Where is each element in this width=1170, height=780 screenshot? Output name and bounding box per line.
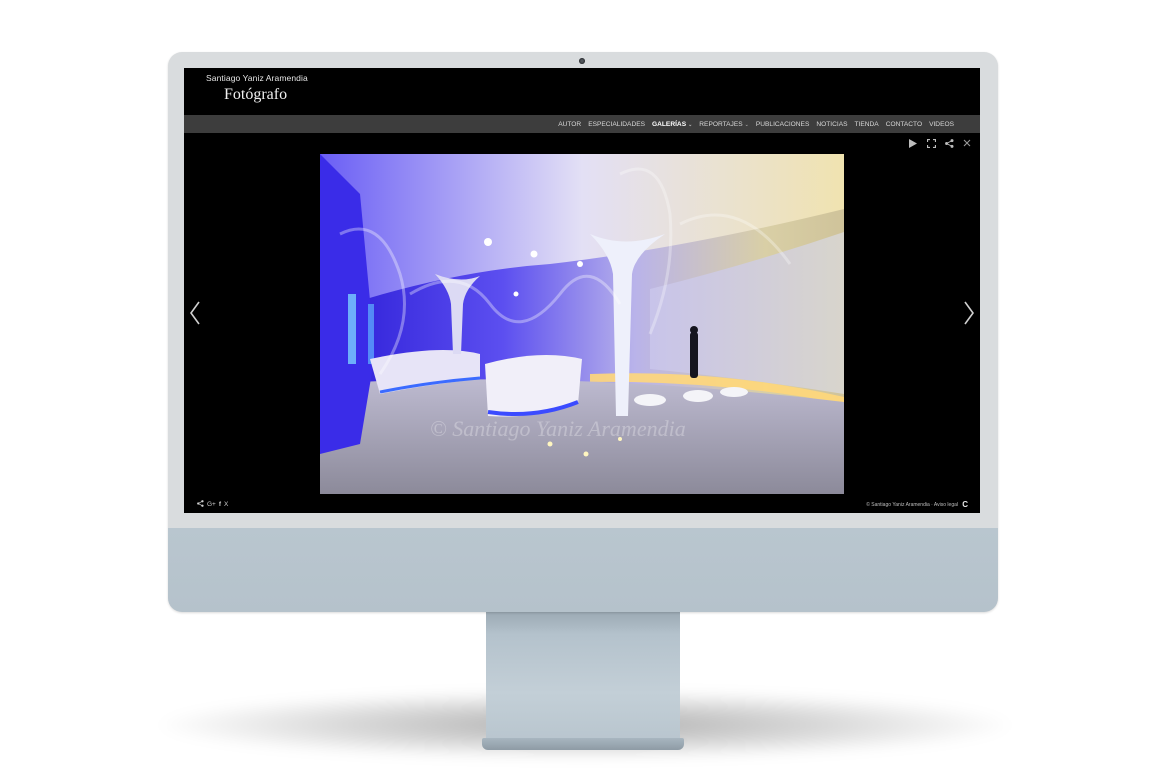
lightbox: © Santiago Yaniz Aramendia G+ f X © Sant… — [184, 133, 980, 513]
lightbox-footer: G+ f X © Santiago Yaniz Aramendia · Avis… — [184, 497, 980, 513]
brand-mark-icon[interactable]: C — [962, 500, 968, 509]
nav-label: VIDEOS — [929, 120, 954, 128]
nav-item-publicaciones[interactable]: PUBLICACIONES — [756, 121, 810, 128]
close-icon[interactable] — [962, 138, 972, 148]
interior-photo: © Santiago Yaniz Aramendia — [320, 154, 844, 494]
monitor-stand-foot — [482, 738, 684, 750]
nav-item-reportajes[interactable]: REPORTAJES ⌄ — [699, 121, 749, 128]
fullscreen-icon[interactable] — [926, 138, 936, 148]
chevron-left-icon[interactable] — [188, 300, 202, 326]
gallery-photo[interactable]: © Santiago Yaniz Aramendia — [320, 154, 844, 494]
nav-label: PUBLICACIONES — [755, 120, 810, 128]
nav-item-noticias[interactable]: NOTICIAS — [816, 121, 847, 128]
lightbox-toolbar — [908, 138, 972, 148]
nav-item-especialidades[interactable]: ESPECIALIDADES — [588, 121, 645, 128]
monitor-chin — [168, 528, 998, 612]
nav-item-autor[interactable]: AUTOR — [558, 121, 581, 128]
copyright-text[interactable]: © Santiago Yaniz Aramendia · Aviso legal — [866, 502, 958, 508]
nav-item-galerias[interactable]: GALERÍAS ⌄ — [652, 121, 692, 128]
share-links: G+ f X — [197, 500, 228, 509]
site-role[interactable]: Fotógrafo — [224, 86, 287, 104]
camera-dot — [579, 58, 585, 64]
chevron-down-icon: ⌄ — [688, 121, 693, 128]
nav-label: NOTICIAS — [816, 120, 848, 128]
play-icon[interactable] — [908, 138, 918, 148]
google-plus-icon[interactable]: G+ — [207, 501, 216, 508]
share-icon[interactable] — [944, 138, 954, 148]
nav-item-contacto[interactable]: CONTACTO — [886, 121, 922, 128]
main-navbar: AUTOR ESPECIALIDADES GALERÍAS ⌄ REPORTAJE… — [184, 115, 980, 133]
nav-label: REPORTAJES — [699, 120, 743, 128]
facebook-icon[interactable]: f — [219, 501, 221, 508]
nav-item-videos[interactable]: VIDEOS — [929, 121, 954, 128]
screen: Santiago Yaniz Aramendia Fotógrafo AUTOR… — [184, 68, 980, 513]
x-icon[interactable]: X — [224, 501, 228, 508]
nav-label: AUTOR — [558, 120, 582, 128]
site-name[interactable]: Santiago Yaniz Aramendia — [206, 73, 308, 83]
site-header: Santiago Yaniz Aramendia Fotógrafo — [184, 68, 980, 115]
photo-watermark-text: © Santiago Yaniz Aramendia — [430, 416, 686, 441]
nav-label: ESPECIALIDADES — [588, 120, 646, 128]
main-nav: AUTOR ESPECIALIDADES GALERÍAS ⌄ REPORTAJE… — [558, 115, 954, 133]
monitor-stand — [486, 610, 680, 748]
share-icon[interactable] — [197, 500, 204, 509]
chevron-down-icon: ⌄ — [744, 121, 749, 128]
nav-label: GALERÍAS — [652, 120, 687, 128]
nav-label: CONTACTO — [885, 120, 923, 128]
chevron-right-icon[interactable] — [962, 300, 976, 326]
nav-label: TIENDA — [854, 120, 879, 128]
nav-item-tienda[interactable]: TIENDA — [855, 121, 879, 128]
